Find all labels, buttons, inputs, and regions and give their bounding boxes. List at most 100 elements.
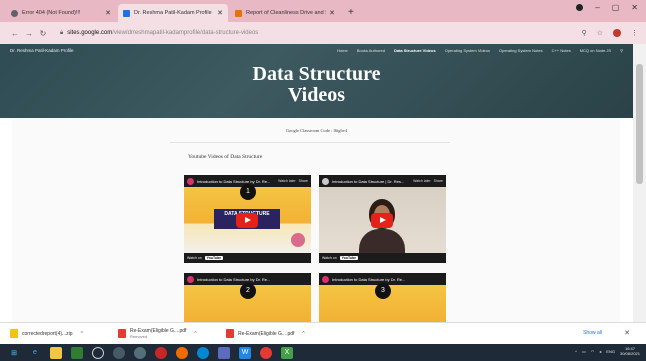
system-tray: ^ ▭ ◠ ◂ ENG 16:47 30/08/2021 xyxy=(575,346,640,356)
title-line-2: Videos xyxy=(287,84,346,106)
youtube-logo[interactable]: YouTube xyxy=(339,256,359,260)
chrome-icon[interactable] xyxy=(260,346,272,359)
presenter-avatar xyxy=(291,233,305,247)
show-all-button[interactable]: Show all xyxy=(583,330,602,336)
video-footer: Watch on YouTube xyxy=(319,253,446,263)
app-icon[interactable] xyxy=(113,346,125,359)
chevron-up-icon[interactable]: ^ xyxy=(81,331,83,337)
play-button[interactable] xyxy=(371,213,393,228)
globe-icon xyxy=(11,9,18,17)
url-input[interactable]: 🔒︎ sites.google.com/view/drreshmapatil-k… xyxy=(60,30,582,37)
nav-home[interactable]: Home xyxy=(337,48,348,53)
close-icon[interactable]: ✕ xyxy=(329,9,335,17)
video-embed-1[interactable]: Introduction to Data Structure by Dr. Re… xyxy=(184,175,311,263)
nav-books-authored[interactable]: Books Authored xyxy=(357,48,385,53)
excel-icon[interactable]: X xyxy=(281,346,293,359)
video-title[interactable]: Introduction to Data Structure | Dr. Res… xyxy=(332,179,410,184)
lock-icon: 🔒︎ xyxy=(60,29,64,36)
menu-icon[interactable]: ⋮ xyxy=(631,29,638,37)
clock[interactable]: 16:47 30/08/2021 xyxy=(620,346,640,356)
video-embed-3[interactable]: Introduction to Data Structure by Dr. Re… xyxy=(184,273,311,322)
zoom-icon[interactable]: ⚲ xyxy=(582,29,587,37)
firefox-icon[interactable] xyxy=(176,346,188,359)
star-icon[interactable]: ☆ xyxy=(597,29,603,37)
chevron-up-icon[interactable]: ^ xyxy=(575,349,577,354)
channel-avatar[interactable] xyxy=(187,275,194,283)
video-number: 3 xyxy=(375,283,391,299)
app-icon[interactable] xyxy=(155,346,167,359)
channel-avatar[interactable] xyxy=(322,177,329,185)
youtube-logo[interactable]: YouTube xyxy=(204,256,224,260)
teams-icon[interactable] xyxy=(218,346,230,359)
volume-icon[interactable]: ◂ xyxy=(599,349,601,354)
nav-cpp-notes[interactable]: C++ Notes xyxy=(552,48,571,53)
ie-icon[interactable]: e xyxy=(29,347,41,359)
nav-operating-system-videos[interactable]: Operating System Videos xyxy=(445,48,490,53)
search-icon[interactable]: ⚲ xyxy=(620,48,623,53)
watch-later-button[interactable]: Watch later xyxy=(413,179,431,183)
browser-tab-3[interactable]: Report of Cleanliness Drive and Sa ✕ xyxy=(230,4,340,22)
app-icon[interactable] xyxy=(134,346,146,359)
video-title[interactable]: Introduction to Data Structure by Dr. Re… xyxy=(197,277,308,282)
url-path: /view/drreshmapatil-kadamprofile/data-st… xyxy=(112,30,259,36)
record-icon[interactable] xyxy=(576,4,584,11)
reload-icon[interactable]: ↻ xyxy=(36,29,50,38)
word-icon[interactable]: W xyxy=(239,346,251,359)
google-sites-icon xyxy=(123,9,130,17)
play-button[interactable] xyxy=(236,213,258,228)
address-bar: ← → ↻ 🔒︎ sites.google.com/view/drreshmap… xyxy=(0,22,646,44)
forward-icon[interactable]: → xyxy=(22,29,36,38)
wifi-icon[interactable]: ◠ xyxy=(591,349,595,354)
close-icon[interactable]: ✕ xyxy=(217,9,223,17)
content-panel xyxy=(12,118,620,322)
nav-operating-system-notes[interactable]: Operating System Notes xyxy=(499,48,543,53)
page-title: Data Structure Videos xyxy=(0,64,633,106)
close-window-icon[interactable]: ✕ xyxy=(631,3,638,12)
tab-strip: Error 404 (Not Found)!!! ✕ Dr. Reshma Pa… xyxy=(0,0,646,22)
downloads-bar: correctedreport(4)...zip ^ Re-Exam(Eligi… xyxy=(0,322,646,344)
chevron-up-icon[interactable]: ^ xyxy=(302,331,304,337)
video-title[interactable]: Introduction to Data Structure by Dr. Re… xyxy=(332,277,443,282)
browser-tab-1[interactable]: Error 404 (Not Found)!!! ✕ xyxy=(6,4,116,22)
nav-data-structure-videos[interactable]: Data Structure Videos xyxy=(394,48,436,53)
tab-title: Report of Cleanliness Drive and Sa xyxy=(246,10,327,16)
language-indicator[interactable]: ENG xyxy=(606,349,615,354)
watch-later-button[interactable]: Watch later xyxy=(278,179,296,183)
video-footer: Watch on YouTube xyxy=(184,253,311,263)
title-line-1: Data Structure xyxy=(252,63,381,85)
download-item[interactable]: Re-Exam(Eligible G....pdf Removed ^ xyxy=(118,328,226,339)
download-item[interactable]: Re-Exam(Eligible G....pdf ^ xyxy=(226,329,334,338)
video-embed-2[interactable]: Introduction to Data Structure | Dr. Res… xyxy=(319,175,446,263)
close-icon[interactable]: ✕ xyxy=(105,9,111,17)
profile-avatar[interactable] xyxy=(613,29,621,37)
new-tab-button[interactable]: + xyxy=(342,4,360,22)
media-player-icon[interactable] xyxy=(92,346,104,359)
battery-icon[interactable]: ▭ xyxy=(582,349,586,354)
close-icon[interactable]: ✕ xyxy=(624,329,630,337)
share-button[interactable]: Share xyxy=(434,179,443,183)
scrollbar-thumb[interactable] xyxy=(636,64,643,184)
channel-avatar[interactable] xyxy=(187,177,194,185)
windows-start-icon[interactable]: ⊞ xyxy=(8,347,20,359)
tab-title: Dr. Reshma Patil-Kadam Profile xyxy=(134,10,212,16)
presenter-body xyxy=(359,229,405,253)
file-explorer-icon[interactable] xyxy=(50,346,62,359)
download-name: correctedreport(4)...zip xyxy=(22,330,73,337)
back-icon[interactable]: ← xyxy=(8,29,22,38)
minimize-icon[interactable]: – xyxy=(595,3,599,12)
video-number: 1 xyxy=(240,184,256,200)
browser-tab-2[interactable]: Dr. Reshma Patil-Kadam Profile ✕ xyxy=(118,4,228,22)
url-host: sites.google.com xyxy=(67,30,113,36)
site-name[interactable]: Dr. Reshma Patil-Kadam Profile xyxy=(10,48,74,53)
maximize-icon[interactable]: ▢ xyxy=(612,3,620,12)
chevron-up-icon[interactable]: ^ xyxy=(194,331,196,337)
video-title[interactable]: Introduction to Data Structure by Dr. Re… xyxy=(197,179,275,184)
watch-on-label: Watch on xyxy=(187,256,202,260)
download-item[interactable]: correctedreport(4)...zip ^ xyxy=(10,329,118,338)
app-icon[interactable] xyxy=(71,346,83,359)
video-embed-4[interactable]: Introduction to Data Structure by Dr. Re… xyxy=(319,273,446,322)
share-button[interactable]: Share xyxy=(299,179,308,183)
edge-icon[interactable] xyxy=(197,346,209,359)
nav-mcq-nodejs[interactable]: MCQ on Node.JS xyxy=(580,48,611,53)
channel-avatar[interactable] xyxy=(322,275,329,283)
